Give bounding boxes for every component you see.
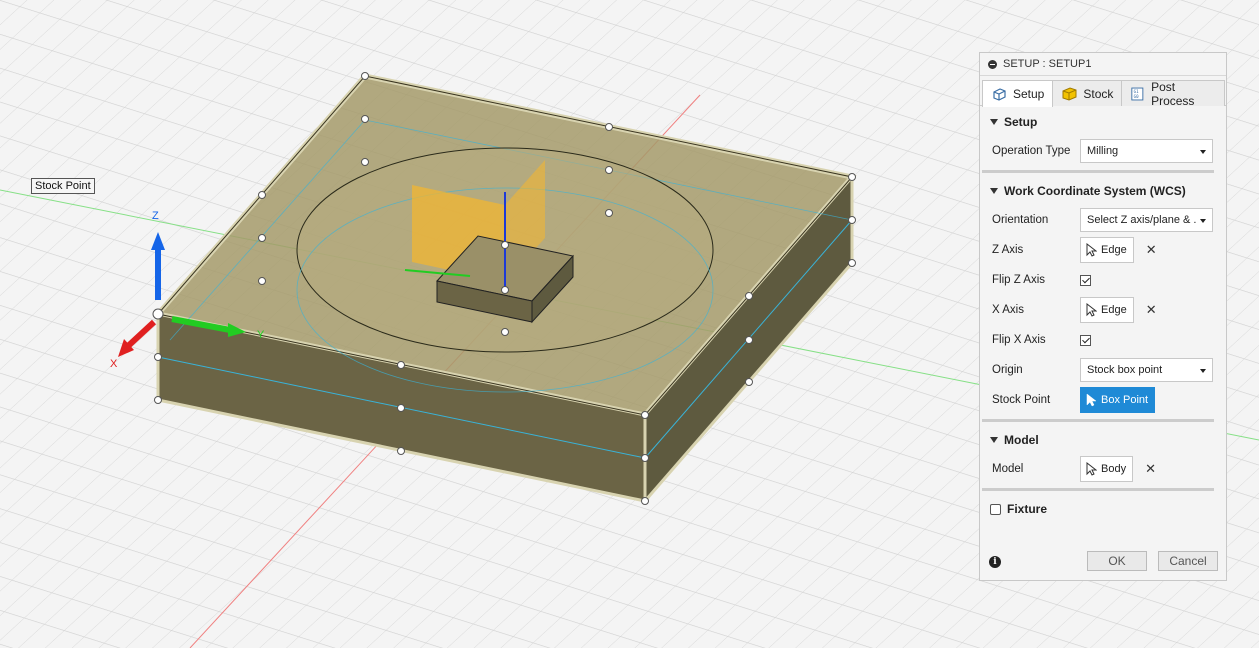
- origin-row: Origin Stock box point: [980, 355, 1226, 385]
- flip-x-label: Flip X Axis: [992, 334, 1046, 346]
- model-row: Model Body ✕: [980, 454, 1226, 484]
- tab-post-process[interactable]: G1 G0 Post Process: [1121, 79, 1225, 108]
- model-label: Model: [992, 463, 1024, 475]
- origin-select[interactable]: Stock box point: [1080, 358, 1213, 382]
- expand-triangle-icon: [990, 437, 998, 443]
- flip-x-row: Flip X Axis: [980, 325, 1226, 355]
- stock-point-row: Stock Point Box Point: [980, 385, 1226, 415]
- section-divider: [982, 419, 1214, 422]
- z-axis-value: Edge: [1101, 244, 1127, 256]
- z-axis-label: Z: [152, 210, 159, 222]
- model-selection-button[interactable]: Body: [1080, 456, 1134, 482]
- tab-bar: Setup Stock G1 G0 Post Process: [980, 76, 1226, 108]
- fixture-section-title: Fixture: [1007, 502, 1048, 516]
- section-divider: [982, 488, 1214, 491]
- x-axis-row: X Axis Edge ✕: [980, 295, 1226, 325]
- svg-text:G0: G0: [1134, 94, 1139, 99]
- model-section-title: Model: [1004, 433, 1039, 447]
- flip-z-row: Flip Z Axis: [980, 265, 1226, 295]
- x-axis-label: X: [110, 358, 118, 370]
- origin-label: Origin: [992, 364, 1023, 376]
- z-axis-selection-button[interactable]: Edge: [1080, 237, 1134, 263]
- section-divider: [982, 170, 1214, 173]
- cancel-button[interactable]: Cancel: [1158, 551, 1218, 571]
- info-icon[interactable]: i: [989, 556, 1001, 568]
- dialog-title: SETUP : SETUP1: [1003, 58, 1092, 70]
- model-value: Body: [1101, 463, 1127, 475]
- cursor-arrow-icon: [1086, 393, 1097, 407]
- operation-type-value: Milling: [1087, 145, 1119, 157]
- expand-triangle-icon: [990, 119, 998, 125]
- expand-triangle-icon: [990, 188, 998, 194]
- stock-cube-icon: [1062, 86, 1077, 101]
- fixture-checkbox[interactable]: [990, 503, 1001, 515]
- setup-section-title: Setup: [1004, 115, 1038, 129]
- dropdown-caret-icon: [1200, 150, 1206, 154]
- clear-model-icon[interactable]: ✕: [1145, 461, 1156, 477]
- setup-dialog: SETUP : SETUP1 Setup Stock G1 G0 Post Pr…: [979, 52, 1227, 581]
- z-axis-row: Z Axis Edge ✕: [980, 235, 1226, 265]
- dropdown-caret-icon: [1200, 369, 1206, 373]
- model-section-header[interactable]: Model: [980, 426, 1226, 454]
- dialog-footer: i OK Cancel: [980, 544, 1226, 580]
- orientation-select[interactable]: Select Z axis/plane & ...: [1080, 208, 1213, 232]
- flip-x-checkbox[interactable]: [1080, 334, 1091, 346]
- stock-point-value: Box Point: [1101, 394, 1149, 406]
- operation-type-select[interactable]: Milling: [1080, 139, 1213, 163]
- stock-point-label: Stock Point: [992, 394, 1051, 406]
- origin-value: Stock box point: [1087, 364, 1163, 376]
- orientation-value: Select Z axis/plane & ...: [1087, 214, 1197, 226]
- post-process-icon: G1 G0: [1131, 87, 1144, 100]
- collapse-icon[interactable]: [988, 59, 997, 69]
- fixture-section-header[interactable]: Fixture: [980, 495, 1226, 523]
- setup-section-header[interactable]: Setup: [980, 108, 1226, 136]
- operation-type-row: Operation Type Milling: [980, 136, 1226, 166]
- setup-icon: [993, 88, 1006, 101]
- x-axis-field-label: X Axis: [992, 304, 1024, 316]
- stock-point-tooltip: Stock Point: [31, 178, 95, 194]
- clear-z-axis-icon[interactable]: ✕: [1146, 242, 1157, 258]
- flip-z-checkbox[interactable]: [1080, 274, 1091, 286]
- wcs-section-title: Work Coordinate System (WCS): [1004, 184, 1186, 198]
- flip-z-label: Flip Z Axis: [992, 274, 1046, 286]
- x-axis-selection-button[interactable]: Edge: [1080, 297, 1134, 323]
- dropdown-caret-icon: [1200, 219, 1206, 223]
- cursor-arrow-icon: [1086, 462, 1097, 476]
- clear-x-axis-icon[interactable]: ✕: [1146, 302, 1157, 318]
- x-axis-value: Edge: [1101, 304, 1127, 316]
- ok-button[interactable]: OK: [1087, 551, 1147, 571]
- stock-point-selection-button[interactable]: Box Point: [1080, 387, 1156, 413]
- tab-setup[interactable]: Setup: [982, 80, 1054, 107]
- y-axis-label: Y: [257, 329, 265, 341]
- cursor-arrow-icon: [1086, 243, 1097, 257]
- tab-setup-label: Setup: [1013, 87, 1045, 101]
- cursor-arrow-icon: [1086, 303, 1097, 317]
- tab-stock-label: Stock: [1083, 86, 1114, 101]
- operation-type-label: Operation Type: [992, 145, 1071, 157]
- orientation-row: Orientation Select Z axis/plane & ...: [980, 205, 1226, 235]
- orientation-label: Orientation: [992, 214, 1049, 226]
- tab-stock[interactable]: Stock: [1052, 80, 1123, 106]
- dialog-title-bar: SETUP : SETUP1: [980, 53, 1226, 76]
- z-axis-field-label: Z Axis: [992, 244, 1024, 256]
- wcs-section-header[interactable]: Work Coordinate System (WCS): [980, 177, 1226, 205]
- tab-post-process-label: Post Process: [1151, 79, 1195, 108]
